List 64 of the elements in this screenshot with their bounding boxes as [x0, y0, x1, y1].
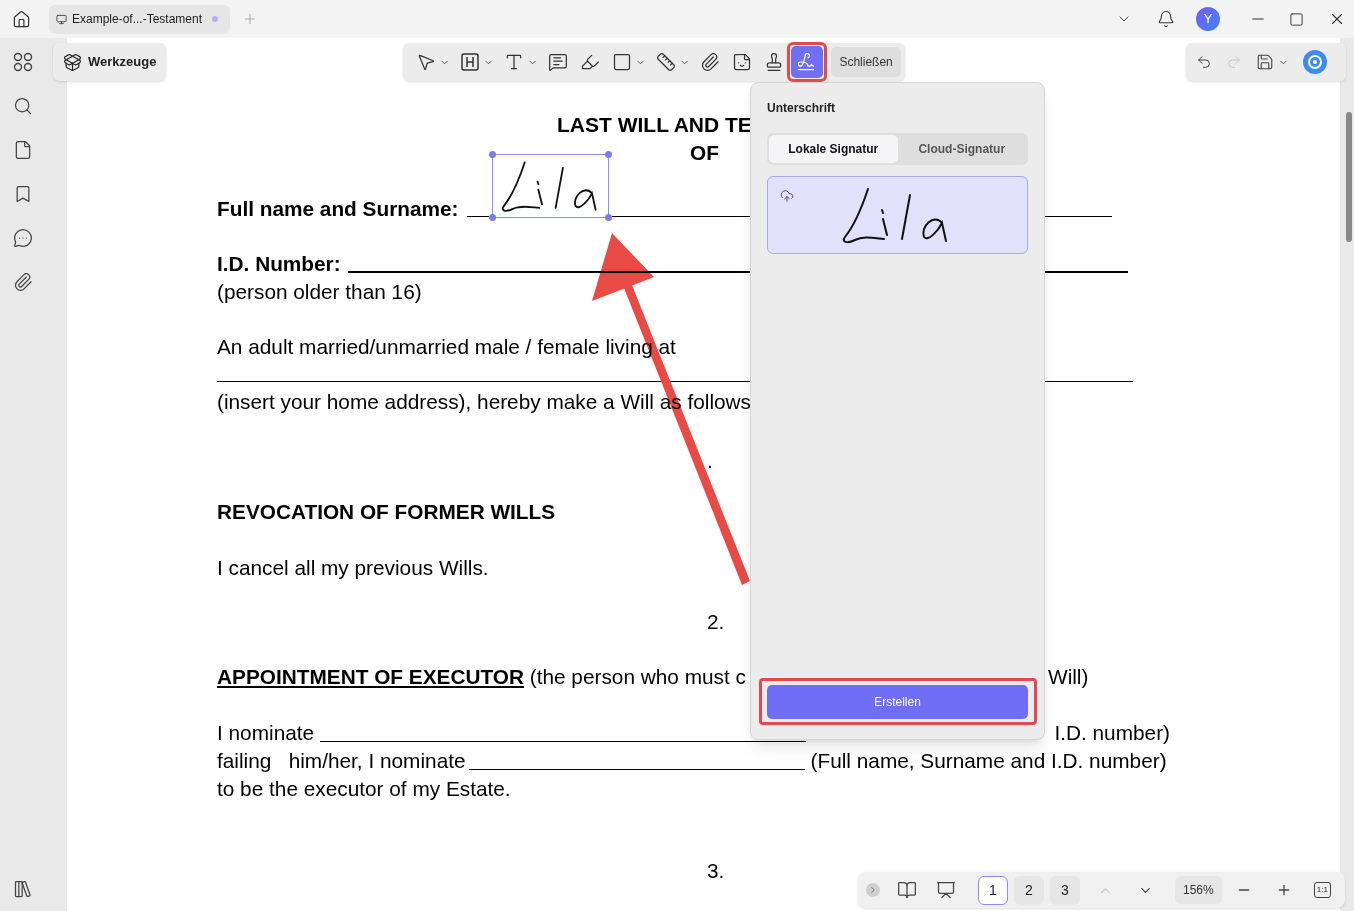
- close-button[interactable]: Schließen: [831, 47, 901, 77]
- field-label: Full name and Surname:: [217, 196, 459, 222]
- attachment-icon[interactable]: [13, 272, 33, 292]
- paragraph-text: I.D. number): [1054, 720, 1170, 746]
- document-tab[interactable]: Example-of...-Testament: [49, 4, 230, 34]
- paragraph-text: Will): [1048, 664, 1089, 690]
- document-title: LAST WILL AND TE: [557, 113, 752, 136]
- actual-size-button[interactable]: 1:1: [1313, 882, 1331, 898]
- signature-icon: [796, 52, 817, 72]
- resize-handle[interactable]: [604, 151, 612, 158]
- section-number: 2.: [707, 610, 725, 633]
- saved-signature-card[interactable]: [767, 176, 1028, 254]
- heading-icon: [460, 52, 481, 72]
- assistant-icon[interactable]: [1303, 50, 1327, 74]
- book-view-icon[interactable]: [897, 880, 917, 900]
- home-icon[interactable]: [11, 9, 31, 29]
- user-avatar[interactable]: Y: [1196, 7, 1220, 31]
- maximize-icon[interactable]: [1289, 11, 1304, 27]
- section-number: 3.: [707, 859, 725, 882]
- section-heading: REVOCATION OF FORMER WILLS: [217, 500, 556, 523]
- resize-handle[interactable]: [488, 214, 496, 221]
- library-icon[interactable]: [13, 879, 33, 899]
- pointer-icon: [416, 52, 437, 72]
- paragraph-text: I cancel all my previous Wills.: [217, 556, 489, 579]
- paragraph-text: (Full name, Surname and I.D. number): [810, 748, 1167, 774]
- paragraph-text: to be the executor of my Estate.: [217, 777, 511, 800]
- scrollbar-thumb[interactable]: [1346, 112, 1352, 242]
- presentation-icon[interactable]: [936, 880, 956, 900]
- sticker-icon: [732, 52, 753, 72]
- search-icon[interactable]: [13, 96, 33, 116]
- toolbox-icon: [63, 52, 82, 72]
- cloud-upload-icon[interactable]: [780, 189, 794, 203]
- rectangle-icon: [612, 52, 633, 72]
- paragraph-text: (the person who must c: [528, 664, 746, 690]
- page-button[interactable]: 3: [1050, 875, 1080, 905]
- resize-handle[interactable]: [604, 214, 612, 221]
- page-button[interactable]: 1: [978, 875, 1008, 905]
- paragraph-text: I nominate: [217, 720, 315, 746]
- document-subtitle: OF: [690, 141, 719, 164]
- chevron-right-icon: [868, 885, 878, 895]
- notification-icon[interactable]: [1157, 10, 1175, 28]
- section-heading: APPOINTMENT OF EXECUTOR: [217, 664, 524, 690]
- ruler-icon: [656, 52, 677, 72]
- comment-icon: [548, 52, 569, 72]
- comments-icon[interactable]: [13, 228, 33, 248]
- monitor-icon: [56, 13, 67, 25]
- paragraph-text: (person older than 16): [217, 280, 422, 303]
- signature-tab[interactable]: Lokale Signatur: [769, 135, 898, 163]
- signature-tab[interactable]: Cloud-Signatur: [897, 135, 1026, 163]
- field-label: I.D. Number:: [217, 251, 341, 277]
- tools-button[interactable]: Werkzeuge: [53, 43, 167, 81]
- panel-title: Unterschrift: [767, 100, 836, 117]
- save-icon[interactable]: [1256, 53, 1274, 71]
- page-button[interactable]: 2: [1014, 875, 1044, 905]
- highlighter-icon: [580, 52, 601, 72]
- grid-icon[interactable]: [13, 52, 33, 72]
- section-number: .: [707, 449, 713, 472]
- paragraph-text: failing him/her, I nominate: [217, 748, 466, 774]
- page-icon[interactable]: [13, 140, 33, 160]
- create-button[interactable]: Erstellen: [767, 685, 1028, 719]
- undo-icon[interactable]: [1196, 54, 1212, 70]
- resize-handle[interactable]: [488, 151, 496, 158]
- zoom-level[interactable]: 156%: [1175, 876, 1222, 904]
- paperclip-icon: [700, 52, 721, 72]
